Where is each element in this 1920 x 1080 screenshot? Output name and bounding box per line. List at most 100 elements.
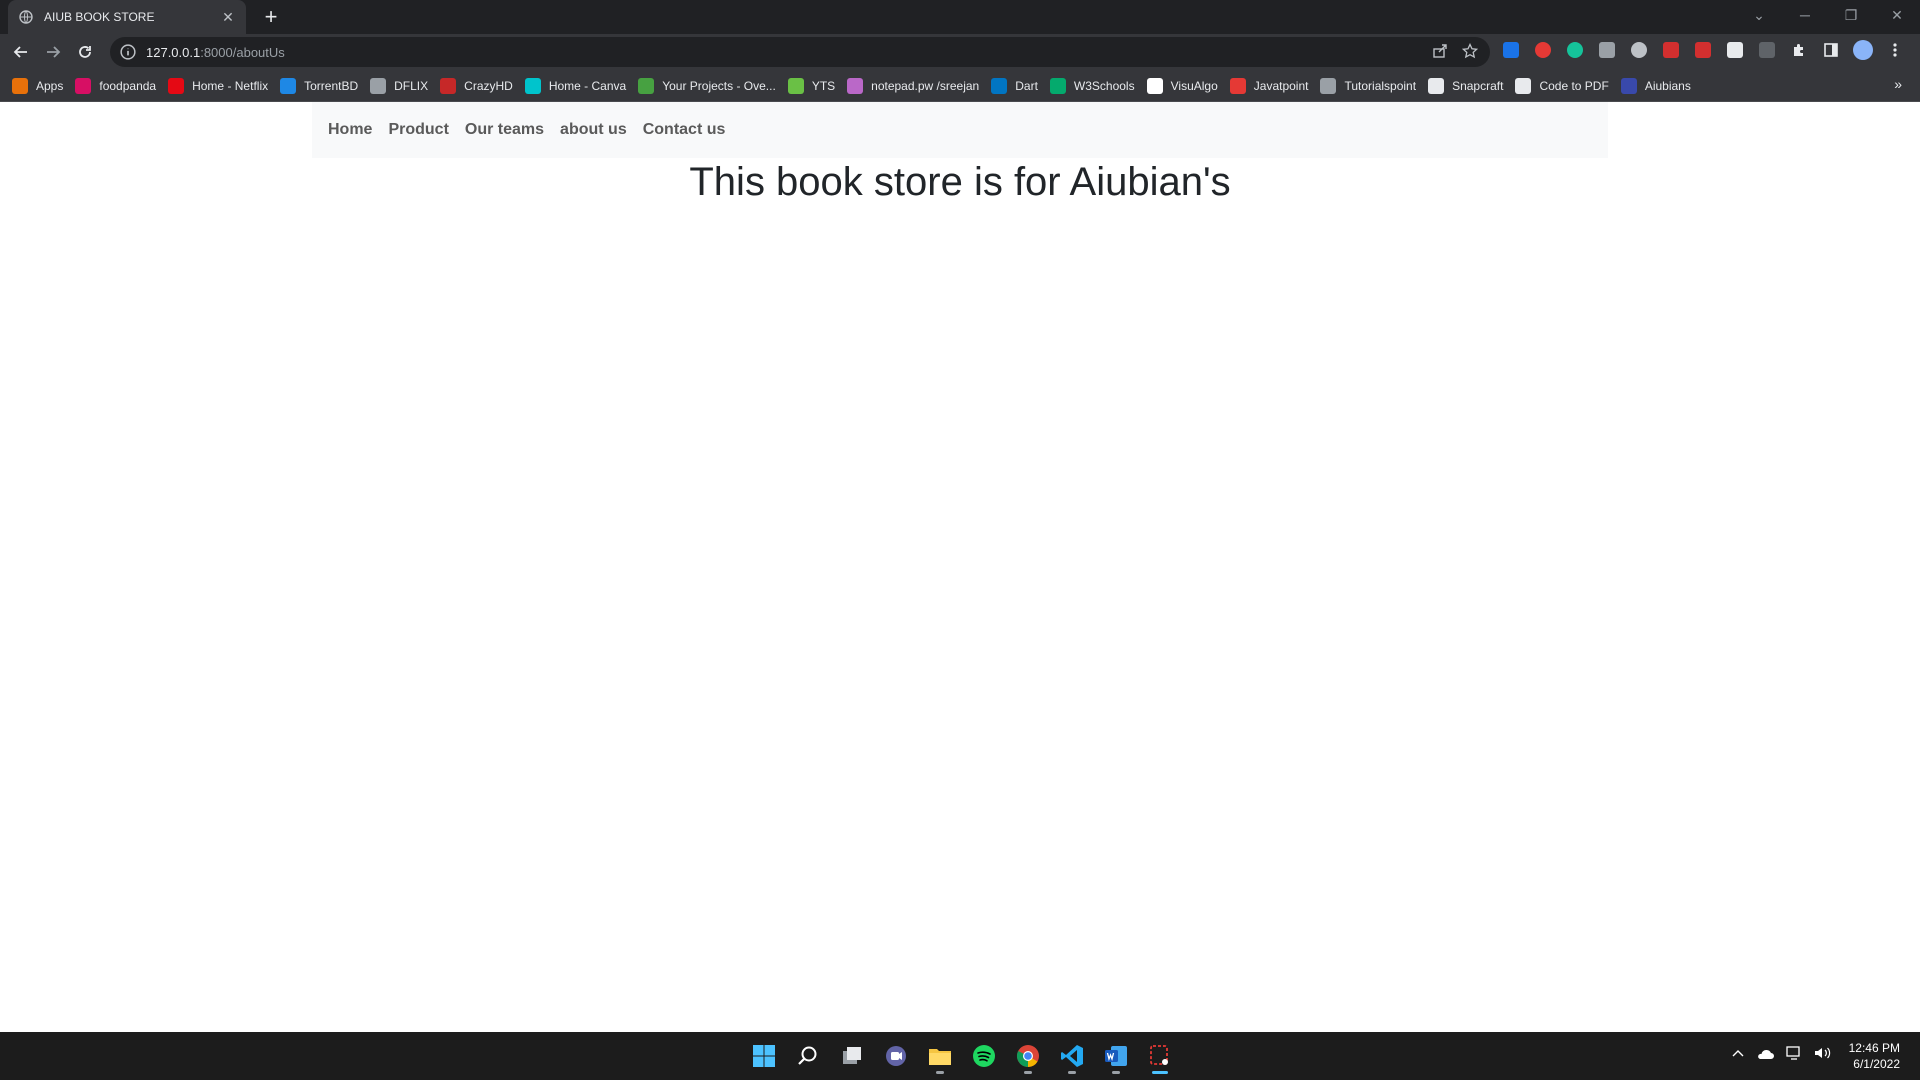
bookmark-item[interactable]: Snapcraft [1428, 77, 1504, 94]
close-window-button[interactable]: ✕ [1874, 0, 1920, 30]
bookmark-item[interactable]: Home - Canva [524, 77, 626, 94]
translate-extension-icon[interactable] [1500, 39, 1522, 61]
bookmark-item[interactable]: Code to PDF [1515, 77, 1609, 94]
back-button[interactable] [8, 39, 34, 65]
chevron-up-icon[interactable] [1732, 1047, 1744, 1065]
teams-chat-button[interactable] [876, 1036, 916, 1076]
bookmark-item[interactable]: W3Schools [1049, 77, 1135, 94]
chrome-button[interactable] [1008, 1036, 1048, 1076]
pen-extension-icon[interactable] [1756, 39, 1778, 61]
code-to-pdf-icon [1515, 77, 1532, 94]
nav-link-our-teams[interactable]: Our teams [457, 121, 552, 139]
snipping-tool-button[interactable] [1140, 1036, 1180, 1076]
kebab-menu-icon[interactable] [1884, 39, 1906, 61]
incognito-extension-icon[interactable] [1628, 39, 1650, 61]
browser-tab-strip: AIUB BOOK STORE ✕ + ⌄ ─ ❐ ✕ [0, 0, 1920, 34]
bookmark-label: Home - Netflix [192, 78, 269, 93]
word-button[interactable] [1096, 1036, 1136, 1076]
apps-grid-icon [12, 77, 28, 94]
tab-title: AIUB BOOK STORE [44, 10, 155, 24]
tab-search-icon[interactable]: ⌄ [1736, 0, 1782, 30]
bold-extension-icon[interactable] [1724, 39, 1746, 61]
arrow-left-icon [13, 46, 27, 58]
bookmark-item[interactable]: Javatpoint [1229, 77, 1308, 94]
bookmark-label: CrazyHD [464, 78, 513, 93]
bookmark-item[interactable]: CrazyHD [440, 77, 513, 94]
javatpoint-icon [1229, 77, 1246, 94]
bookmark-star-icon[interactable] [1461, 42, 1479, 64]
w3schools-icon [1049, 77, 1066, 94]
forward-button[interactable] [40, 39, 66, 65]
profile-avatar[interactable] [1852, 39, 1874, 61]
tutorialspoint-icon [1320, 77, 1337, 94]
clock-time: 12:46 PM [1848, 1041, 1900, 1055]
close-tab-icon[interactable]: ✕ [220, 9, 236, 26]
bookmark-item[interactable]: VisuAlgo [1146, 77, 1218, 94]
nav-link-contact-us[interactable]: Contact us [635, 121, 734, 139]
address-bar[interactable]: 127.0.0.1:8000/aboutUs [110, 37, 1490, 67]
volume-icon[interactable] [1814, 1046, 1832, 1065]
bookmark-item[interactable]: TorrentBD [280, 77, 359, 94]
browser-tab[interactable]: AIUB BOOK STORE ✕ [8, 0, 246, 34]
spotify-icon [973, 1045, 995, 1067]
adblock-extension-icon[interactable] [1532, 39, 1554, 61]
windows-logo-icon [753, 1045, 775, 1067]
new-tab-button[interactable]: + [258, 4, 284, 30]
bookmark-item[interactable]: Aiubians [1620, 77, 1691, 94]
taskbar-clock[interactable]: 12:46 PM 6/1/2022 [1849, 1040, 1900, 1072]
onedrive-cloud-icon[interactable] [1756, 1047, 1774, 1065]
bookmark-item[interactable]: Home - Netflix [168, 77, 269, 94]
bookmark-item[interactable]: Your Projects - Ove... [638, 77, 776, 94]
bookmark-item[interactable]: YTS [787, 77, 835, 94]
browser-toolbar: 127.0.0.1:8000/aboutUs [0, 34, 1920, 70]
bookmark-item[interactable]: DFLIX [370, 77, 428, 94]
visualgo-icon [1146, 77, 1163, 94]
task-view-button[interactable] [832, 1036, 872, 1076]
puzzle-extensions-icon[interactable] [1788, 39, 1810, 61]
bookmark-item[interactable]: foodpanda [75, 77, 156, 94]
torrentbd-icon [280, 77, 297, 94]
bookmark-item[interactable]: Dart [991, 77, 1038, 94]
system-tray [1732, 1046, 1832, 1065]
teams-chat-icon [886, 1046, 906, 1066]
nav-link-home[interactable]: Home [320, 121, 380, 139]
aiubians-icon [1620, 77, 1637, 94]
nav-link-product[interactable]: Product [380, 121, 456, 139]
side-panel-icon[interactable] [1820, 39, 1842, 61]
acrobat-extension-icon[interactable] [1660, 39, 1682, 61]
reload-button[interactable] [72, 39, 98, 65]
overleaf-icon [638, 77, 655, 94]
grammarly-extension-icon[interactable] [1564, 39, 1586, 61]
bookmark-label: Dart [1015, 78, 1038, 93]
restore-button[interactable]: ❐ [1828, 0, 1874, 30]
snipping-tool-icon [1150, 1045, 1168, 1065]
spotify-button[interactable] [964, 1036, 1004, 1076]
bookmark-item[interactable]: Apps [12, 77, 63, 94]
bookmark-label: TorrentBD [304, 78, 359, 93]
foodpanda-icon [75, 77, 92, 94]
bookmark-label: Code to PDF [1539, 78, 1609, 93]
minimize-button[interactable]: ─ [1782, 0, 1828, 30]
page-viewport: Home Product Our teams about us Contact … [0, 102, 1920, 1032]
search-taskbar-button[interactable] [788, 1036, 828, 1076]
reload-icon [79, 46, 91, 58]
bookmark-label: Snapcraft [1452, 78, 1504, 93]
nav-link-about-us[interactable]: about us [552, 121, 635, 139]
bookmark-item[interactable]: Tutorialspoint [1320, 77, 1417, 94]
bookmark-label: Your Projects - Ove... [662, 78, 776, 93]
bookmarks-overflow-icon[interactable]: » [1894, 76, 1902, 92]
share-icon[interactable] [1432, 43, 1448, 64]
search-icon [798, 1046, 817, 1065]
arrow-right-icon [47, 46, 61, 58]
mega-extension-icon[interactable] [1692, 39, 1714, 61]
bookmark-label: VisuAlgo [1170, 78, 1218, 93]
printer-extension-icon[interactable] [1596, 39, 1618, 61]
bookmark-item[interactable]: notepad.pw /sreejan [847, 77, 979, 94]
vscode-icon [1061, 1045, 1083, 1067]
network-icon[interactable] [1786, 1046, 1802, 1065]
start-button[interactable] [744, 1036, 784, 1076]
bookmark-label: Tutorialspoint [1344, 78, 1417, 93]
vscode-button[interactable] [1052, 1036, 1092, 1076]
file-explorer-button[interactable] [920, 1036, 960, 1076]
notepad-icon [847, 77, 864, 94]
